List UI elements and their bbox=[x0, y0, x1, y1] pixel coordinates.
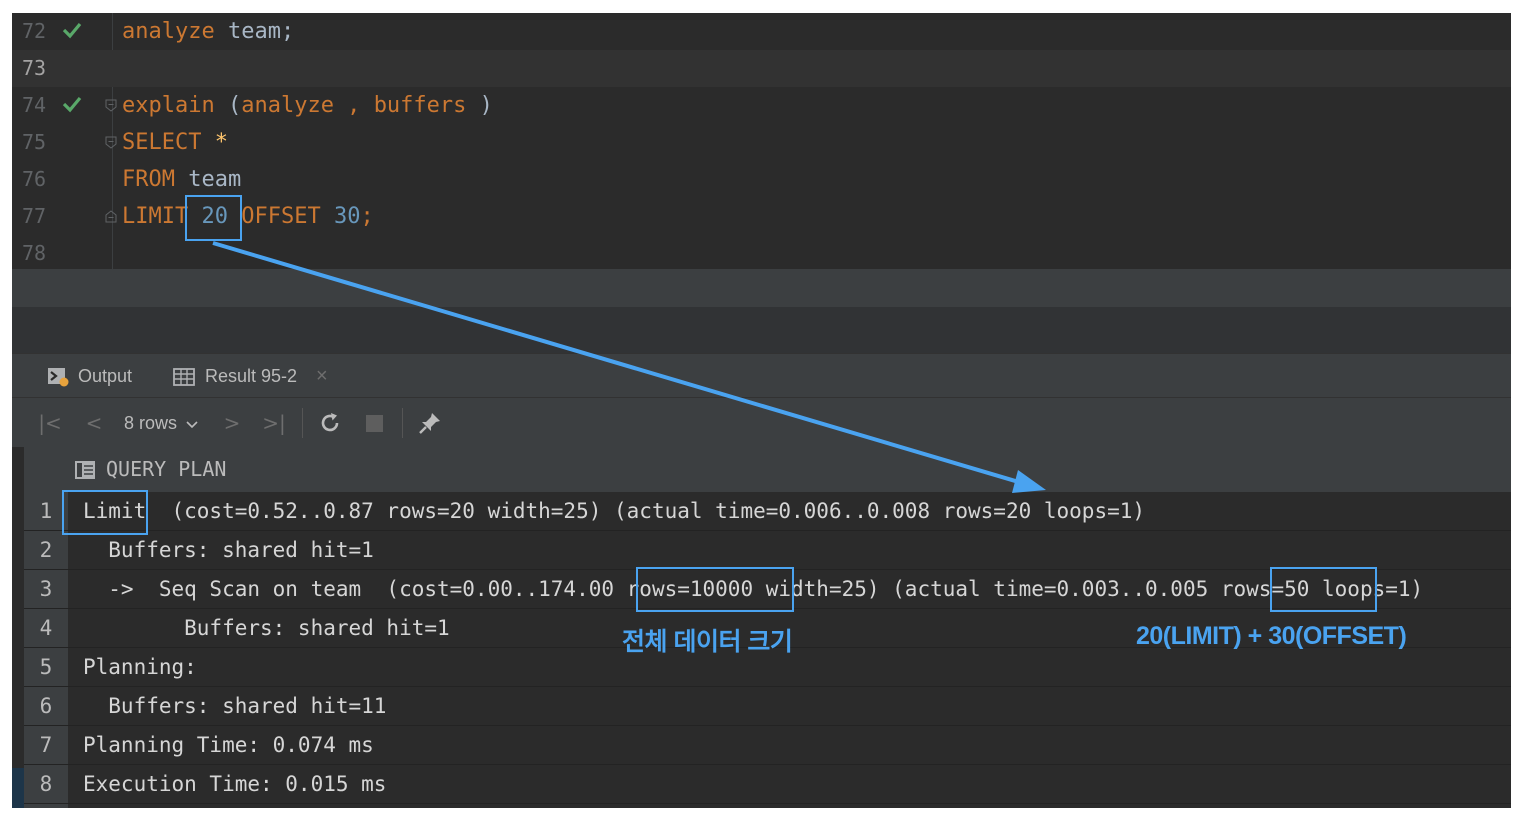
table-row[interactable]: 1 Limit (cost=0.52..0.87 rows=20 width=2… bbox=[24, 492, 1511, 531]
line-number: 78 bbox=[22, 241, 47, 265]
table-row[interactable]: 2 Buffers: shared hit=1 bbox=[24, 531, 1511, 570]
row-number: 4 bbox=[39, 616, 53, 640]
tab-result-label: Result 95-2 bbox=[205, 366, 298, 386]
line-number: 73 bbox=[22, 56, 47, 80]
column-header-query-plan[interactable]: QUERY PLAN bbox=[106, 447, 226, 492]
gutter-marker bbox=[12, 768, 24, 808]
line-number: 77 bbox=[22, 204, 47, 228]
pin-icon[interactable] bbox=[417, 410, 443, 436]
tab-output-label: Output bbox=[78, 366, 133, 386]
editor-line-72[interactable]: 72 analyze team; bbox=[12, 13, 1511, 50]
query-plan-cell[interactable]: Buffers: shared hit=1 bbox=[83, 609, 450, 647]
code-text: SELECT * bbox=[122, 130, 228, 155]
chevron-down-icon bbox=[186, 421, 198, 429]
table-icon bbox=[173, 368, 195, 386]
highlight-total-rows bbox=[636, 567, 794, 612]
row-number: 8 bbox=[39, 772, 53, 796]
console-icon bbox=[48, 368, 69, 387]
check-icon bbox=[62, 96, 82, 113]
row-number: 6 bbox=[39, 694, 53, 718]
tab-result[interactable]: Result 95-2 × bbox=[173, 354, 343, 398]
editor-line-76[interactable]: 76 FROM team bbox=[12, 161, 1511, 198]
editor-line-75[interactable]: 75 SELECT * bbox=[12, 124, 1511, 161]
highlight-scanned-rows bbox=[1270, 567, 1377, 612]
code-text: explain (analyze , buffers ) bbox=[122, 93, 493, 118]
first-page-button[interactable]: |< bbox=[38, 410, 62, 436]
next-page-button[interactable]: > bbox=[220, 410, 244, 436]
code-text: LIMIT 20 OFFSET 30; bbox=[122, 204, 374, 229]
check-icon bbox=[62, 22, 82, 39]
query-plan-cell[interactable]: Buffers: shared hit=1 bbox=[83, 531, 374, 569]
toolbar-separator bbox=[302, 408, 303, 438]
query-plan-cell[interactable]: Limit (cost=0.52..0.87 rows=20 width=25)… bbox=[83, 492, 1145, 530]
editor-line-74[interactable]: 74 explain (analyze , buffers ) bbox=[12, 87, 1511, 124]
row-number: 7 bbox=[39, 733, 53, 757]
rows-selector-label: 8 rows bbox=[124, 413, 178, 433]
line-number: 72 bbox=[22, 19, 47, 43]
column-icon bbox=[75, 461, 95, 479]
line-number: 76 bbox=[22, 167, 47, 191]
row-number: 5 bbox=[39, 655, 53, 679]
ide-window: 72 analyze team; 73 74 explain (analyze … bbox=[12, 13, 1511, 808]
editor-bottom-area bbox=[12, 269, 1511, 307]
panel-splitter[interactable] bbox=[12, 307, 1511, 353]
row-number: 3 bbox=[39, 577, 53, 601]
table-row[interactable]: 7 Planning Time: 0.074 ms bbox=[24, 726, 1511, 765]
total-size-note: 전체 데이터 크기 bbox=[622, 628, 793, 656]
line-number: 74 bbox=[22, 93, 47, 117]
editor-line-73[interactable]: 73 bbox=[12, 50, 1511, 87]
fold-icon[interactable] bbox=[105, 136, 117, 149]
query-plan-cell[interactable]: Execution Time: 0.015 ms bbox=[83, 765, 386, 803]
query-plan-cell[interactable]: Planning Time: 0.074 ms bbox=[83, 726, 374, 764]
fold-end-icon[interactable] bbox=[105, 210, 117, 223]
code-text: analyze team; bbox=[122, 19, 295, 44]
fold-icon[interactable] bbox=[105, 99, 117, 112]
close-icon[interactable]: × bbox=[316, 354, 328, 398]
query-plan-cell[interactable]: Planning: bbox=[83, 648, 197, 686]
grid-header: QUERY PLAN bbox=[24, 447, 1511, 492]
table-row[interactable]: 8 Execution Time: 0.015 ms bbox=[24, 765, 1511, 804]
prev-page-button[interactable]: < bbox=[82, 410, 106, 436]
result-toolbar: |< < 8 rows > >| bbox=[12, 397, 1511, 448]
rows-selector[interactable]: 8 rows bbox=[124, 398, 198, 448]
row-number: 2 bbox=[39, 538, 53, 562]
last-page-button[interactable]: >| bbox=[262, 410, 286, 436]
refresh-icon[interactable] bbox=[318, 411, 342, 435]
stop-icon[interactable] bbox=[366, 415, 383, 432]
highlight-limit-node bbox=[62, 490, 148, 535]
line-number: 75 bbox=[22, 130, 47, 154]
toolbar-separator bbox=[402, 408, 403, 438]
code-text: FROM team bbox=[122, 167, 242, 192]
limit-offset-note: 20(LIMIT) + 30(OFFSET) bbox=[1136, 622, 1407, 650]
result-tabs: Output Result 95-2 × bbox=[12, 353, 1511, 398]
query-plan-cell[interactable]: Buffers: shared hit=11 bbox=[83, 687, 386, 725]
highlight-limit-value bbox=[185, 195, 242, 241]
table-row[interactable]: 6 Buffers: shared hit=11 bbox=[24, 687, 1511, 726]
